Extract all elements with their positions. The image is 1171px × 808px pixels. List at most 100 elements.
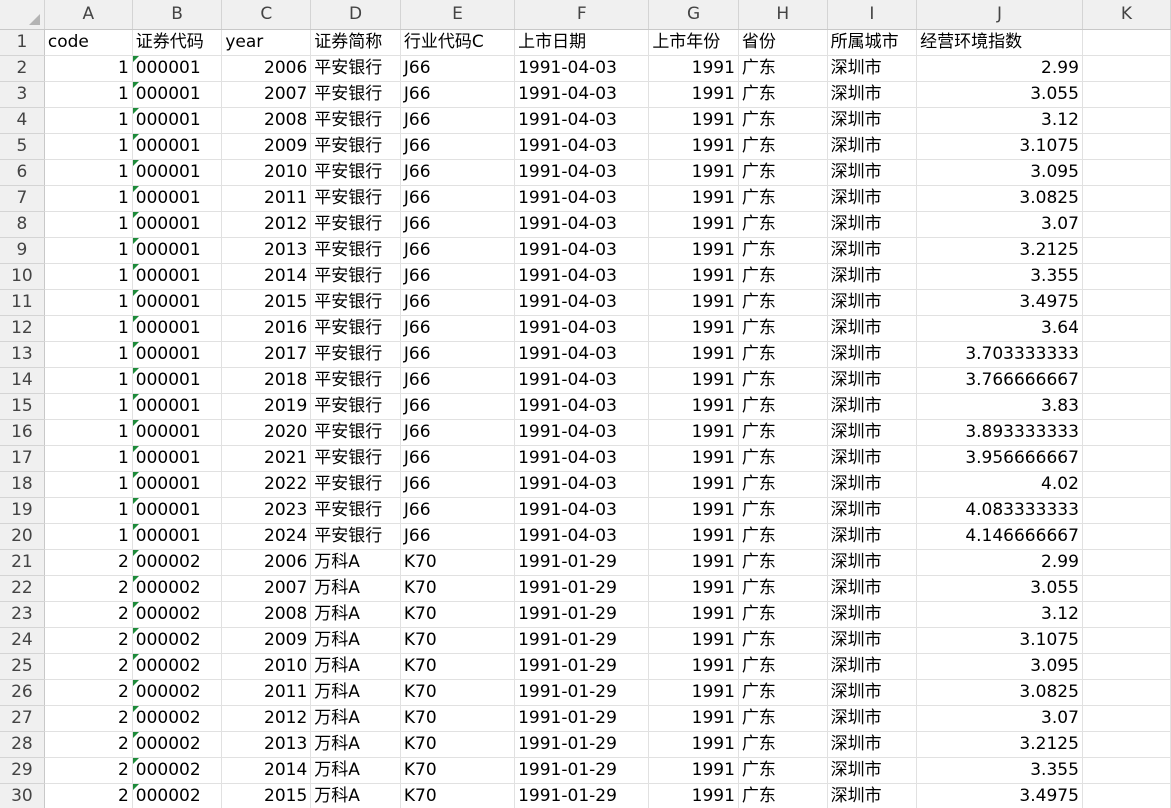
cell[interactable]: 广东	[738, 523, 828, 550]
cell[interactable]: K70	[400, 705, 516, 732]
row-header[interactable]: 2	[0, 55, 45, 82]
row-header[interactable]: 26	[0, 679, 45, 706]
cell[interactable]	[1082, 237, 1171, 264]
row-header[interactable]: 5	[0, 133, 45, 160]
cell[interactable]: 深圳市	[827, 289, 918, 316]
cell[interactable]: 证券代码	[132, 29, 223, 56]
cell[interactable]	[1082, 341, 1171, 368]
cell[interactable]: 2020	[221, 419, 312, 446]
cell[interactable]: 深圳市	[827, 783, 918, 808]
column-header[interactable]: I	[827, 0, 918, 30]
cell[interactable]: J66	[400, 523, 516, 550]
cell[interactable]: 2024	[221, 523, 312, 550]
cell[interactable]: 000002	[132, 679, 223, 706]
cell[interactable]: 万科A	[310, 549, 401, 576]
cell[interactable]: 2008	[221, 601, 312, 628]
cell[interactable]: 平安银行	[310, 159, 401, 186]
cell[interactable]	[1082, 29, 1171, 56]
cell[interactable]: 2021	[221, 445, 312, 472]
cell[interactable]: 1991-04-03	[514, 159, 650, 186]
cell[interactable]: 1991	[648, 705, 739, 732]
cell[interactable]: 深圳市	[827, 159, 918, 186]
cell[interactable]: K70	[400, 679, 516, 706]
row-header[interactable]: 1	[0, 29, 45, 56]
cell[interactable]: 2	[44, 731, 133, 758]
cell[interactable]: 深圳市	[827, 419, 918, 446]
cell[interactable]: 3.2125	[916, 731, 1083, 758]
cell[interactable]: 000001	[132, 237, 223, 264]
cell[interactable]: 广东	[738, 211, 828, 238]
cell[interactable]: 1	[44, 133, 133, 160]
cell[interactable]: 1	[44, 471, 133, 498]
cell[interactable]: 深圳市	[827, 627, 918, 654]
cell[interactable]: 000002	[132, 627, 223, 654]
row-header[interactable]: 8	[0, 211, 45, 238]
cell[interactable]: 1	[44, 497, 133, 524]
cell[interactable]: 深圳市	[827, 393, 918, 420]
cell[interactable]: 深圳市	[827, 237, 918, 264]
cell[interactable]: 1991	[648, 497, 739, 524]
cell[interactable]: 3.0825	[916, 679, 1083, 706]
cell[interactable]: 平安银行	[310, 81, 401, 108]
cell[interactable]: 000002	[132, 731, 223, 758]
row-header[interactable]: 23	[0, 601, 45, 628]
cell[interactable]: 1991-04-03	[514, 133, 650, 160]
cell[interactable]: 广东	[738, 133, 828, 160]
cell[interactable]: K70	[400, 627, 516, 654]
cell[interactable]: K70	[400, 575, 516, 602]
cell[interactable]	[1082, 471, 1171, 498]
cell[interactable]: 广东	[738, 315, 828, 342]
select-all-corner[interactable]	[0, 0, 45, 30]
cell[interactable]: 1991-04-03	[514, 523, 650, 550]
cell[interactable]: 平安银行	[310, 341, 401, 368]
cell[interactable]: 1991	[648, 211, 739, 238]
cell[interactable]: 深圳市	[827, 107, 918, 134]
cell[interactable]	[1082, 263, 1171, 290]
cell[interactable]: 广东	[738, 705, 828, 732]
cell[interactable]: 万科A	[310, 679, 401, 706]
row-header[interactable]: 17	[0, 445, 45, 472]
cell[interactable]	[1082, 393, 1171, 420]
column-header[interactable]: B	[132, 0, 223, 30]
cell[interactable]	[1082, 783, 1171, 808]
cell[interactable]: 2010	[221, 653, 312, 680]
cell[interactable]: 广东	[738, 81, 828, 108]
column-header[interactable]: A	[44, 0, 133, 30]
cell[interactable]: 广东	[738, 185, 828, 212]
cell[interactable]: 深圳市	[827, 471, 918, 498]
cell[interactable]: 1	[44, 523, 133, 550]
cell[interactable]: 2	[44, 705, 133, 732]
cell[interactable]: J66	[400, 497, 516, 524]
cell[interactable]: 1	[44, 237, 133, 264]
cell[interactable]: 深圳市	[827, 653, 918, 680]
cell[interactable]: 深圳市	[827, 497, 918, 524]
cell[interactable]: 1991-04-03	[514, 497, 650, 524]
cell[interactable]: 1	[44, 445, 133, 472]
row-header[interactable]: 28	[0, 731, 45, 758]
row-header[interactable]: 11	[0, 289, 45, 316]
cell[interactable]: 2009	[221, 133, 312, 160]
cell[interactable]: 广东	[738, 783, 828, 808]
cell[interactable]: 广东	[738, 471, 828, 498]
cell[interactable]: 2018	[221, 367, 312, 394]
cell[interactable]: J66	[400, 471, 516, 498]
cell[interactable]: 1	[44, 419, 133, 446]
cell[interactable]: 1991-04-03	[514, 393, 650, 420]
cell[interactable]: J66	[400, 289, 516, 316]
column-header[interactable]: D	[310, 0, 401, 30]
cell[interactable]: 000002	[132, 549, 223, 576]
cell[interactable]: J66	[400, 185, 516, 212]
cell[interactable]: K70	[400, 549, 516, 576]
cell[interactable]: K70	[400, 731, 516, 758]
cell[interactable]: 2009	[221, 627, 312, 654]
cell[interactable]: 2	[44, 627, 133, 654]
cell[interactable]: 省份	[738, 29, 828, 56]
cell[interactable]: 3.1075	[916, 627, 1083, 654]
cell[interactable]	[1082, 185, 1171, 212]
column-header[interactable]: K	[1082, 0, 1171, 30]
cell[interactable]	[1082, 445, 1171, 472]
cell[interactable]: 平安银行	[310, 471, 401, 498]
row-header[interactable]: 7	[0, 185, 45, 212]
cell[interactable]: 1991-01-29	[514, 731, 650, 758]
cell[interactable]: 万科A	[310, 757, 401, 784]
